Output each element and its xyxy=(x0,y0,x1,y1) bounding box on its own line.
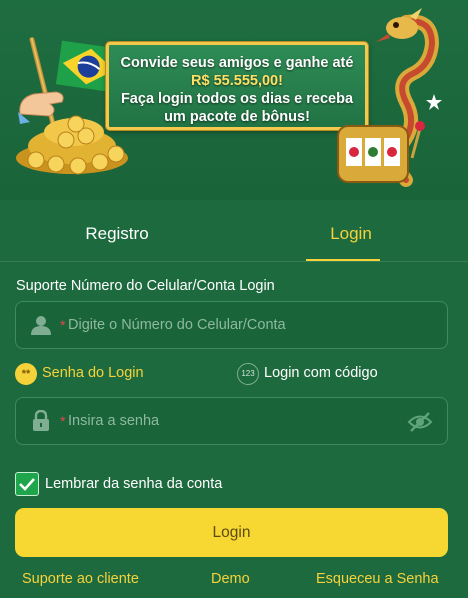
auth-tabs: Registro Login xyxy=(0,212,468,262)
lock-icon xyxy=(33,410,49,431)
password-placeholder: Insira a senha xyxy=(68,413,160,429)
required-mark: * xyxy=(60,413,66,429)
star-icon xyxy=(426,94,442,110)
banner-line-1: Convide seus amigos e ganhe até xyxy=(120,55,354,71)
eye-hidden-icon[interactable] xyxy=(407,411,433,433)
required-mark: * xyxy=(60,317,66,333)
customer-support-link[interactable]: Suporte ao cliente xyxy=(22,571,139,587)
banner-text: Convide seus amigos e ganhe até R$ 55.55… xyxy=(110,54,364,126)
login-button[interactable]: Login xyxy=(15,508,448,557)
check-icon xyxy=(19,478,35,491)
method-password-label: Senha do Login xyxy=(42,365,144,381)
banner-line-4: um pacote de bônus! xyxy=(164,109,310,125)
code-123-icon: 123 xyxy=(237,363,259,385)
active-tab-indicator xyxy=(306,259,380,261)
demo-link[interactable]: Demo xyxy=(211,571,250,587)
password-input[interactable]: * Insira a senha xyxy=(15,397,448,445)
account-placeholder: Digite o Número do Celular/Conta xyxy=(68,317,286,333)
forgot-password-link[interactable]: Esqueceu a Senha xyxy=(316,571,439,587)
user-icon xyxy=(31,316,51,335)
method-code-label: Login com código xyxy=(264,365,378,381)
tabs-divider xyxy=(0,261,468,262)
promo-banner[interactable]: Convide seus amigos e ganhe até R$ 55.55… xyxy=(0,0,468,200)
remember-label: Lembrar da senha da conta xyxy=(45,476,223,492)
account-input[interactable]: * Digite o Número do Celular/Conta xyxy=(15,301,448,349)
tab-login[interactable]: Login xyxy=(234,212,468,262)
slot-machine-icon xyxy=(337,121,425,183)
banner-line-3: Faça login todos os dias e receba xyxy=(120,91,354,107)
account-label: Suporte Número do Celular/Conta Login xyxy=(16,278,275,294)
tab-register[interactable]: Registro xyxy=(0,212,234,262)
remember-checkbox[interactable] xyxy=(15,472,39,496)
password-dots-icon: ** xyxy=(15,363,37,385)
banner-amount: R$ 55.555,00! xyxy=(191,73,283,89)
